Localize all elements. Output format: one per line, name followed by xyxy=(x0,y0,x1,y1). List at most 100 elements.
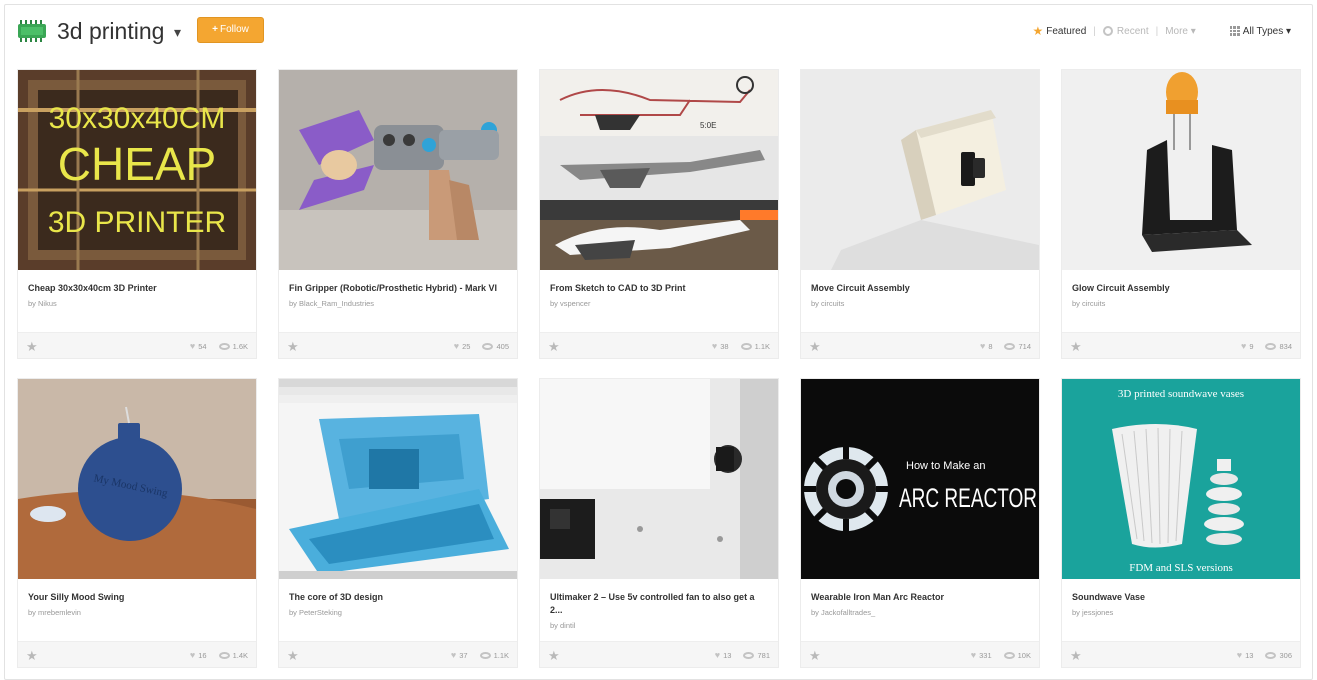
card-footer: ★ ♥ 54 1.6K xyxy=(18,332,256,358)
like-count: 8 xyxy=(988,341,993,351)
project-card[interactable]: Fin Gripper (Robotic/Prosthetic Hybrid) … xyxy=(278,69,518,359)
separator: | xyxy=(1155,25,1159,37)
project-author[interactable]: by Nikus xyxy=(28,299,246,308)
project-thumbnail[interactable] xyxy=(1062,70,1300,270)
view-count: 1.1K xyxy=(754,341,770,351)
eye-icon xyxy=(482,342,494,350)
cad-design-thumbnail-image xyxy=(279,379,517,579)
project-author[interactable]: by Jackofalltrades_ xyxy=(811,608,1029,617)
project-author[interactable]: by jessjones xyxy=(1072,608,1290,617)
project-author[interactable]: by dintil xyxy=(550,621,768,630)
project-author[interactable]: by circuits xyxy=(1072,299,1290,308)
filter-more[interactable]: More ▾ xyxy=(1165,26,1196,37)
project-thumbnail[interactable]: 5:0E xyxy=(540,70,778,270)
filter-more-label: More ▾ xyxy=(1165,25,1196,37)
heart-icon: ♥ xyxy=(711,341,718,351)
project-title[interactable]: Ultimaker 2 – Use 5v controlled fan to a… xyxy=(550,591,768,617)
filter-featured-label: Featured xyxy=(1046,25,1087,37)
favorite-star-icon[interactable]: ★ xyxy=(26,339,38,355)
heart-icon: ♥ xyxy=(189,341,196,351)
project-card[interactable]: The core of 3D design by PeterSteking ★ … xyxy=(278,378,518,668)
heart-icon: ♥ xyxy=(979,341,986,351)
project-card[interactable]: 3D printed soundwave vases FDM and SLS v… xyxy=(1061,378,1301,668)
like-count: 9 xyxy=(1249,341,1254,351)
project-author[interactable]: by PeterSteking xyxy=(289,608,507,617)
like-count: 13 xyxy=(1245,650,1254,660)
category-dropdown-caret[interactable]: ▾ xyxy=(174,24,181,41)
follow-label: Follow xyxy=(219,24,249,35)
project-title[interactable]: Glow Circuit Assembly xyxy=(1072,282,1290,295)
favorite-star-icon[interactable]: ★ xyxy=(1070,648,1082,664)
project-title[interactable]: Fin Gripper (Robotic/Prosthetic Hybrid) … xyxy=(289,282,507,295)
project-author[interactable]: by Black_Ram_Industries xyxy=(289,299,507,308)
project-thumbnail[interactable]: 3D printed soundwave vases FDM and SLS v… xyxy=(1062,379,1300,579)
like-count: 16 xyxy=(198,650,207,660)
plus-icon: + xyxy=(212,24,218,35)
glow-circuit-thumbnail-image xyxy=(1062,70,1300,270)
project-title[interactable]: Your Silly Mood Swing xyxy=(28,591,246,604)
project-author[interactable]: by circuits xyxy=(811,299,1029,308)
svg-text:3D PRINTER: 3D PRINTER xyxy=(48,206,226,239)
printer-thumbnail-image: 30x30x40CM CHEAP 3D PRINTER xyxy=(18,70,256,270)
favorite-star-icon[interactable]: ★ xyxy=(548,648,560,664)
project-title[interactable]: Soundwave Vase xyxy=(1072,591,1290,604)
view-count: 10K xyxy=(1017,650,1031,660)
project-title[interactable]: The core of 3D design xyxy=(289,591,507,604)
heart-icon: ♥ xyxy=(1236,650,1243,660)
eye-icon xyxy=(218,342,230,350)
view-count: 781 xyxy=(757,650,770,660)
project-thumbnail[interactable]: How to Make an ARC REACTOR xyxy=(801,379,1039,579)
project-thumbnail[interactable]: 30x30x40CM CHEAP 3D PRINTER xyxy=(18,70,256,270)
project-thumbnail[interactable] xyxy=(279,379,517,579)
project-card[interactable]: 30x30x40CM CHEAP 3D PRINTER Cheap 30x30x… xyxy=(17,69,257,359)
project-author[interactable]: by vspencer xyxy=(550,299,768,308)
soundwave-vase-thumbnail-image: 3D printed soundwave vases FDM and SLS v… xyxy=(1062,379,1300,579)
card-footer: ★ ♥ 37 1.1K xyxy=(279,641,517,667)
project-thumbnail[interactable]: My Mood Swing xyxy=(18,379,256,579)
project-title[interactable]: Cheap 30x30x40cm 3D Printer xyxy=(28,282,246,295)
favorite-star-icon[interactable]: ★ xyxy=(287,339,299,355)
like-count: 13 xyxy=(723,650,732,660)
favorite-star-icon[interactable]: ★ xyxy=(548,339,560,355)
project-card[interactable]: Move Circuit Assembly by circuits ★ ♥ 8 71… xyxy=(800,69,1040,359)
project-thumbnail[interactable] xyxy=(540,379,778,579)
project-card[interactable]: How to Make an ARC REACTOR Wearable Iron… xyxy=(800,378,1040,668)
separator: | xyxy=(1093,25,1096,37)
project-title[interactable]: From Sketch to CAD to 3D Print xyxy=(550,282,768,295)
favorite-star-icon[interactable]: ★ xyxy=(809,648,821,664)
view-count: 1.1K xyxy=(493,650,509,660)
move-circuit-thumbnail-image xyxy=(801,70,1039,270)
eye-icon xyxy=(1265,342,1277,350)
svg-text:30x30x40CM: 30x30x40CM xyxy=(49,102,226,135)
filter-all-types[interactable]: All Types ▾ xyxy=(1229,26,1291,37)
heart-icon: ♥ xyxy=(453,341,460,351)
view-count: 1.4K xyxy=(232,650,248,660)
favorite-star-icon[interactable]: ★ xyxy=(1070,339,1082,355)
project-author[interactable]: by mrebemlevin xyxy=(28,608,246,617)
filter-featured[interactable]: ★ Featured xyxy=(1033,24,1087,38)
card-footer: ★ ♥ 331 10K xyxy=(801,641,1039,667)
project-thumbnail[interactable] xyxy=(801,70,1039,270)
heart-icon: ♥ xyxy=(970,650,977,660)
project-card[interactable]: Glow Circuit Assembly by circuits ★ ♥ 9 83… xyxy=(1061,69,1301,359)
heart-icon: ♥ xyxy=(189,650,196,660)
filter-recent[interactable]: Recent xyxy=(1102,26,1149,37)
card-footer: ★ ♥ 13 306 xyxy=(1062,641,1300,667)
project-card[interactable]: Ultimaker 2 – Use 5v controlled fan to a… xyxy=(539,378,779,668)
project-title[interactable]: Move Circuit Assembly xyxy=(811,282,1029,295)
follow-button[interactable]: + Follow xyxy=(197,17,264,43)
project-title[interactable]: Wearable Iron Man Arc Reactor xyxy=(811,591,1029,604)
favorite-star-icon[interactable]: ★ xyxy=(287,648,299,664)
svg-text:3D printed soundwave vases: 3D printed soundwave vases xyxy=(1118,388,1244,400)
favorite-star-icon[interactable]: ★ xyxy=(809,339,821,355)
eye-icon xyxy=(743,651,755,659)
project-card[interactable]: 5:0E From Sketch to CAD to 3D Print by v… xyxy=(539,69,779,359)
favorite-star-icon[interactable]: ★ xyxy=(26,648,38,664)
project-thumbnail[interactable] xyxy=(279,70,517,270)
sort-filter-bar: ★ Featured | Recent | More ▾ All Types ▾ xyxy=(1033,24,1292,38)
ultimaker-thumbnail-image xyxy=(540,379,778,579)
gripper-thumbnail-image xyxy=(279,70,517,270)
view-count: 834 xyxy=(1279,341,1292,351)
project-card[interactable]: My Mood Swing Your Silly Mood Swing by m… xyxy=(17,378,257,668)
eye-icon xyxy=(1003,651,1015,659)
